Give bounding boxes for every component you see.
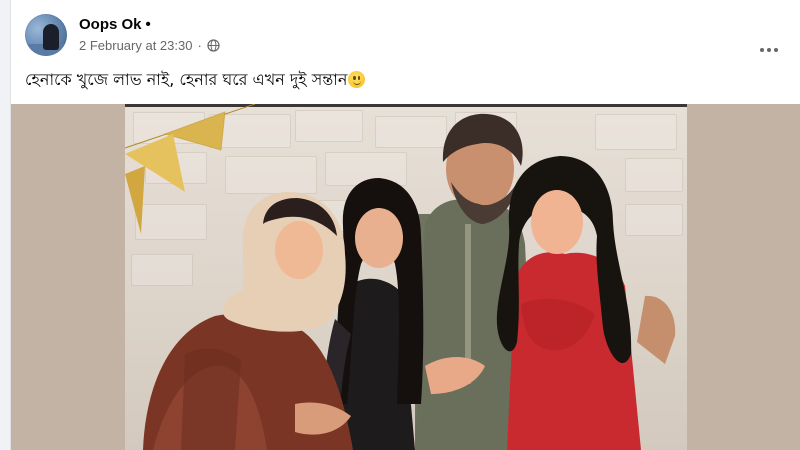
post-header: Oops Ok • 2 February at 23:30 · bbox=[25, 14, 800, 60]
meta-separator: · bbox=[197, 38, 202, 53]
post-meta: 2 February at 23:30 · bbox=[79, 38, 220, 53]
post-timestamp[interactable]: 2 February at 23:30 bbox=[79, 38, 192, 53]
caption-text: হেনাকে খুজে লাভ নাই, হেনার ঘরে এখন দুই স… bbox=[25, 70, 348, 89]
post-photo-container[interactable] bbox=[11, 104, 800, 450]
people-illustration bbox=[143, 113, 676, 450]
globe-icon[interactable] bbox=[207, 39, 220, 52]
post-photo[interactable] bbox=[125, 104, 687, 450]
post-card: Oops Ok • 2 February at 23:30 · হেনাকে খ… bbox=[10, 0, 800, 450]
post-caption: হেনাকে খুজে লাভ নাই, হেনার ঘরে এখন দুই স… bbox=[25, 68, 787, 92]
author-row: Oops Ok • bbox=[79, 16, 151, 33]
author-separator: • bbox=[145, 16, 151, 33]
more-options-icon bbox=[760, 48, 764, 52]
author-name[interactable]: Oops Ok bbox=[79, 16, 142, 33]
author-avatar[interactable] bbox=[25, 14, 67, 56]
slightly-smiling-face-icon bbox=[348, 71, 366, 88]
more-options-button[interactable] bbox=[751, 32, 787, 68]
